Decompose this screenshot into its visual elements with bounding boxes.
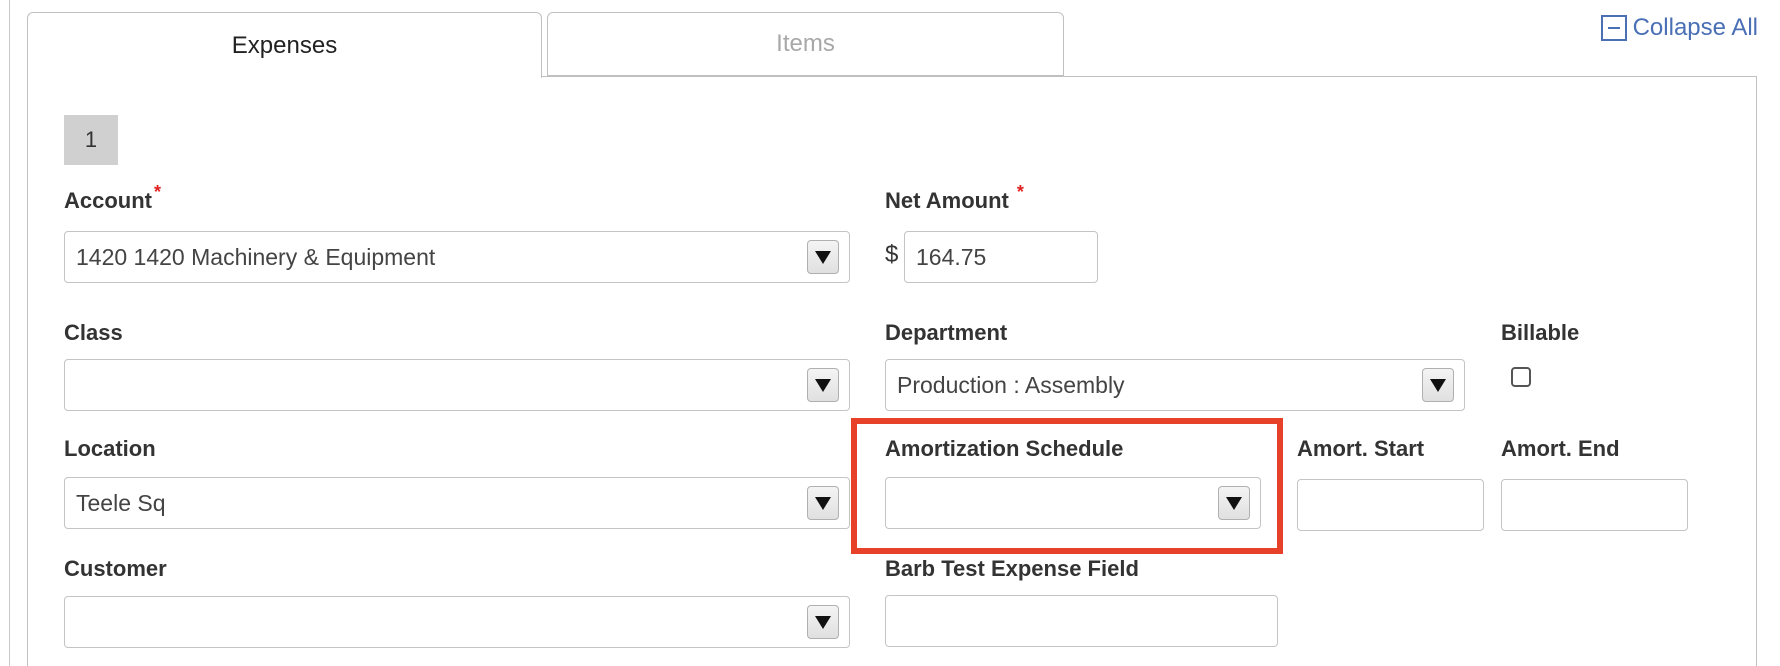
- tab-items-label: Items: [776, 30, 835, 57]
- account-dropdown-arrow-icon[interactable]: [807, 240, 839, 274]
- location-value: Teele Sq: [76, 489, 166, 516]
- amortization-schedule-label: Amortization Schedule: [885, 436, 1124, 461]
- net-amount-input[interactable]: 164.75: [904, 231, 1098, 283]
- billable-label: Billable: [1501, 320, 1580, 345]
- account-value: 1420 1420 Machinery & Equipment: [76, 243, 436, 270]
- billable-checkbox[interactable]: [1511, 367, 1531, 387]
- location-select[interactable]: Teele Sq: [64, 477, 850, 529]
- customer-label: Customer: [64, 556, 167, 581]
- net-amount-required-marker: *: [1016, 182, 1024, 202]
- amort-end-label: Amort. End: [1501, 436, 1620, 461]
- class-dropdown-arrow-icon[interactable]: [807, 368, 839, 402]
- location-label: Location: [64, 436, 156, 461]
- collapse-all-link[interactable]: Collapse All: [1600, 14, 1758, 42]
- account-select[interactable]: 1420 1420 Machinery & Equipment: [64, 231, 850, 283]
- amort-end-input[interactable]: [1501, 479, 1688, 531]
- customer-select[interactable]: [64, 596, 850, 648]
- barb-test-expense-field-label: Barb Test Expense Field: [885, 556, 1139, 581]
- tab-items[interactable]: Items: [547, 12, 1064, 76]
- minus-square-icon: [1600, 15, 1627, 41]
- tab-expenses-label: Expenses: [231, 31, 338, 59]
- department-dropdown-arrow-icon[interactable]: [1422, 368, 1454, 402]
- account-label: Account *: [64, 182, 161, 214]
- line-number: 1: [84, 127, 98, 152]
- department-label: Department: [885, 320, 1008, 345]
- department-value: Production : Assembly: [897, 371, 1125, 398]
- amortization-schedule-select[interactable]: [885, 477, 1261, 529]
- customer-dropdown-arrow-icon[interactable]: [807, 605, 839, 639]
- account-label-text: Account: [64, 188, 152, 213]
- amort-start-input[interactable]: [1297, 479, 1484, 531]
- outer-frame-line: [9, 0, 10, 666]
- currency-symbol: $: [885, 241, 899, 268]
- expense-lines-editor: Expenses Items Collapse All 1 Account * 1…: [0, 0, 1780, 666]
- class-label: Class: [64, 320, 123, 345]
- net-amount-label-text: Net Amount: [885, 188, 1009, 213]
- net-amount-value: 164.75: [916, 243, 987, 270]
- barb-test-expense-field-input[interactable]: [885, 595, 1278, 647]
- class-select[interactable]: [64, 359, 850, 411]
- collapse-all-label: Collapse All: [1632, 14, 1758, 41]
- net-amount-label: Net Amount *: [885, 182, 1024, 214]
- department-select[interactable]: Production : Assembly: [885, 359, 1465, 411]
- location-dropdown-arrow-icon[interactable]: [807, 486, 839, 520]
- tab-expenses[interactable]: Expenses: [27, 12, 542, 78]
- amortization-schedule-dropdown-arrow-icon[interactable]: [1218, 486, 1250, 520]
- amort-start-label: Amort. Start: [1297, 436, 1425, 461]
- line-number-badge[interactable]: 1: [64, 115, 118, 165]
- account-required-marker: *: [154, 182, 162, 202]
